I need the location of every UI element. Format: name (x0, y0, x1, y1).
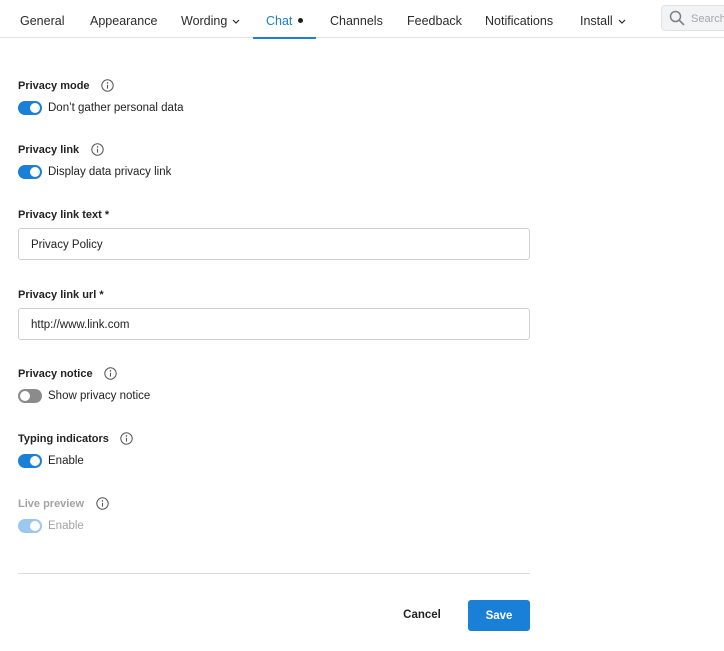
search-icon (669, 10, 685, 26)
privacy-mode-label-row: Privacy mode (18, 77, 114, 93)
tab-label: Appearance (90, 14, 158, 28)
switch-knob (30, 167, 40, 177)
tab-feedback[interactable]: Feedback (407, 0, 462, 38)
privacy-link-label: Privacy link (18, 143, 80, 156)
settings-tab-bar: General Appearance Wording Chat Channels… (0, 0, 724, 39)
save-button[interactable]: Save (468, 600, 530, 631)
info-icon[interactable] (90, 143, 104, 156)
info-icon[interactable] (95, 497, 109, 510)
form-footer-divider (18, 573, 530, 574)
search-box[interactable] (661, 5, 724, 31)
privacy-notice-toggle-label: Show privacy notice (48, 390, 151, 402)
privacy-notice-label: Privacy notice (18, 367, 93, 380)
privacy-link-switch[interactable] (18, 165, 42, 179)
privacy-link-url-label-row: Privacy link url * (18, 286, 104, 302)
typing-indicators-toggle-label: Enable (48, 455, 84, 467)
privacy-notice-switch[interactable] (18, 389, 42, 403)
switch-knob (30, 103, 40, 113)
tab-notifications[interactable]: Notifications (485, 0, 553, 38)
privacy-link-text-field[interactable] (18, 228, 530, 260)
live-preview-label-row: Live preview (18, 495, 109, 511)
tab-channels[interactable]: Channels (330, 0, 383, 38)
tab-label: Channels (330, 14, 383, 28)
live-preview-switch (18, 519, 42, 533)
switch-knob (30, 521, 40, 531)
tab-label: Feedback (407, 14, 462, 28)
switch-knob (30, 456, 40, 466)
live-preview-toggle-label: Enable (48, 520, 84, 532)
tab-install[interactable]: Install (580, 0, 626, 38)
chevron-down-icon (618, 19, 626, 24)
info-icon[interactable] (104, 367, 117, 380)
tab-label: Wording (181, 14, 228, 28)
privacy-mode-toggle-label: Don’t gather personal data (48, 102, 184, 114)
chevron-down-icon (232, 19, 240, 24)
tab-appearance[interactable]: Appearance (90, 0, 157, 38)
tab-chat[interactable]: Chat (252, 0, 317, 39)
cancel-button[interactable]: Cancel (393, 600, 451, 630)
privacy-mode-label: Privacy mode (18, 79, 90, 92)
tab-wording[interactable]: Wording (181, 0, 240, 38)
privacy-link-label-row: Privacy link (18, 141, 104, 157)
tab-label: Chat (266, 14, 293, 28)
tab-label: Install (580, 14, 613, 28)
privacy-link-url-input[interactable] (31, 317, 511, 332)
privacy-link-text-label-row: Privacy link text * (18, 206, 109, 222)
tab-general[interactable]: General (20, 0, 64, 38)
typing-indicators-label: Typing indicators (18, 432, 109, 445)
typing-indicators-label-row: Typing indicators (18, 430, 134, 446)
privacy-link-text-label: Privacy link text * (18, 208, 110, 221)
search-input[interactable] (691, 10, 724, 27)
privacy-link-url-label: Privacy link url * (18, 288, 104, 301)
typing-indicators-switch[interactable] (18, 454, 42, 468)
privacy-link-toggle-label: Display data privacy link (48, 166, 172, 178)
privacy-link-url-field[interactable] (18, 308, 530, 340)
tab-label: General (20, 14, 65, 28)
info-icon[interactable] (120, 432, 134, 445)
live-preview-label: Live preview (18, 497, 85, 510)
tab-label: Notifications (485, 14, 554, 28)
privacy-mode-switch[interactable] (18, 101, 42, 115)
unsaved-changes-dot (298, 18, 304, 23)
privacy-link-text-input[interactable] (31, 237, 511, 252)
privacy-notice-label-row: Privacy notice (18, 365, 117, 381)
info-icon[interactable] (101, 79, 114, 92)
switch-knob (20, 391, 30, 401)
